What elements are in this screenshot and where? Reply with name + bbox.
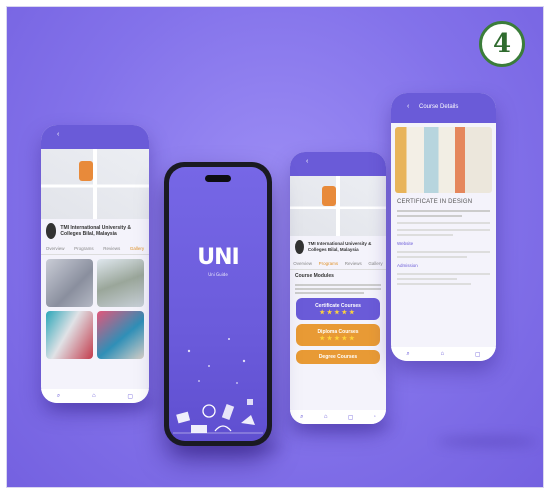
tab-overview[interactable]: Overview [46,246,65,251]
section-title: Course Modules [295,273,334,279]
gallery-photo[interactable] [97,311,144,359]
search-icon[interactable]: ⌕ [300,414,303,421]
location-pin-icon [322,186,336,206]
back-arrow-icon[interactable]: ‹ [407,103,409,110]
phone-shadow [437,437,537,446]
tab-reviews[interactable]: Reviews [345,261,362,266]
app-logo: UNI Uni Guide [169,245,267,277]
rating-stars: ★★★★★ [319,335,357,342]
app-header: ‹ [290,152,386,176]
degree-courses-button[interactable]: Degree Courses [296,350,380,364]
bottom-nav: ⌕ ⌂ ▢ ◦ [290,410,386,424]
tab-gallery[interactable]: Gallery [130,246,144,251]
bookmark-icon[interactable]: ▢ [127,393,133,400]
school-name: TMI International University & Colleges … [60,225,131,237]
section-body [391,251,496,258]
search-icon[interactable]: ⌕ [57,393,60,400]
section-body [391,273,496,285]
location-pin-icon [79,161,93,181]
map-view [290,176,386,236]
school-logo [46,223,57,239]
doodle-illustration [173,338,263,434]
school-logo [295,240,304,254]
tab-programs[interactable]: Programs [319,261,339,266]
button-label: Degree Courses [318,354,358,360]
dynamic-island [205,175,231,182]
search-icon[interactable]: ⌕ [406,351,409,358]
phone-programs: ‹ TMI International University & College… [290,152,386,424]
bookmark-icon[interactable]: ▢ [348,414,354,421]
certificate-courses-button[interactable]: Certificate Courses ★★★★★ [296,298,380,320]
profile-icon[interactable]: ◦ [374,414,376,420]
phone-splash: UNI Uni Guide [164,162,272,446]
tab-bar: Overview Programs Reviews Gallery [290,258,386,270]
section-admission: Admission [397,263,418,268]
step-badge: 4 [479,21,525,67]
bottom-nav: ⌕ ⌂ ▢ [391,347,496,361]
course-title: CERTIFICATE IN DESIGN [397,199,473,205]
home-icon[interactable]: ⌂ [441,351,445,357]
school-info: TMI International University & Colleges … [41,219,149,243]
school-name: TMI International University & Colleges … [307,241,372,252]
tab-programs[interactable]: Programs [74,246,94,251]
header-title: Course Details [419,104,459,110]
bookmark-icon[interactable]: ▢ [475,351,481,358]
splash-screen: UNI Uni Guide [169,167,267,441]
diploma-courses-button[interactable]: Diploma Courses ★★★★★ [296,324,380,346]
tab-overview[interactable]: Overview [293,261,312,266]
bottom-nav: ⌕ ⌂ ▢ [41,389,149,403]
tab-gallery[interactable]: Gallery [368,261,382,266]
logo-tagline: Uni Guide [208,272,228,277]
back-arrow-icon[interactable]: ‹ [57,131,59,138]
home-icon[interactable]: ⌂ [92,393,96,399]
app-header: ‹ [41,125,149,149]
showcase-frame: 4 ‹ TMI International University & Colle… [6,6,544,488]
map-view [41,149,149,219]
rating-stars: ★★★★★ [319,309,357,316]
tab-bar: Overview Programs Reviews Gallery [41,243,149,255]
section-website: Website [397,241,414,246]
back-arrow-icon[interactable]: ‹ [306,158,308,165]
course-meta [391,210,496,236]
phone-course-details: ‹ Course Details CERTIFICATE IN DESIGN W… [391,93,496,361]
phone-gallery: ‹ TMI International University & College… [41,125,149,403]
gallery-grid [41,255,149,363]
gallery-photo[interactable] [46,259,93,307]
logo-text: UNI [197,245,239,270]
description [290,284,386,294]
course-image [395,127,492,193]
school-info: TMI International University & Colleges … [290,236,386,258]
app-header: ‹ Course Details [391,93,496,123]
gallery-photo[interactable] [97,259,144,307]
home-icon[interactable]: ⌂ [324,414,328,420]
tab-reviews[interactable]: Reviews [103,246,120,251]
gallery-photo[interactable] [46,311,93,359]
